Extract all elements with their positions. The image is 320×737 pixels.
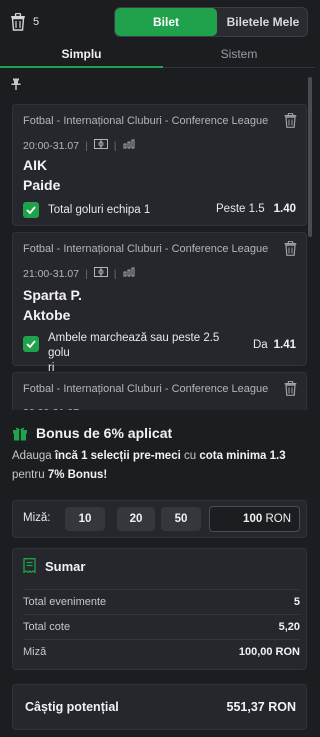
stake-currency: RON	[265, 513, 291, 525]
home-team: AIK	[23, 157, 48, 173]
selection-odd: 1.40	[273, 203, 296, 215]
bonus-title-text: Bonus de 6% aplicat	[36, 425, 173, 441]
summary-label: Miză	[23, 645, 47, 658]
summary-title-text: Sumar	[45, 558, 86, 574]
bonus-desc-bold: 7% Bonus!	[47, 469, 108, 481]
potential-winnings-value: 551,37 RON	[226, 700, 296, 714]
market-name: Total goluri echipa 1	[48, 204, 151, 216]
summary-value: 5,20	[278, 620, 300, 633]
market-name: Ambele marchează sau peste 2.5 golu ri	[48, 331, 243, 376]
potential-winnings-label: Câștig potențial	[25, 700, 119, 714]
event-meta: 21:00-31.07 | |	[23, 267, 137, 280]
tab-simplu[interactable]: Simplu	[0, 42, 163, 68]
betslip-segment-control: Bilet Biletele Mele	[114, 7, 308, 37]
summary-row-stake: Miză 100,00 RON	[23, 639, 300, 663]
bonus-desc-bold: încă 1 selecții pre-meci	[54, 450, 181, 462]
receipt-icon	[23, 558, 37, 574]
league-name: Fotbal - Internațional Cluburi - Confere…	[23, 243, 269, 255]
pin-icon[interactable]	[10, 77, 24, 91]
scrollbar[interactable]	[308, 77, 312, 237]
stats-icon	[123, 267, 137, 280]
quick-stake-20-button[interactable]: 20	[117, 507, 155, 531]
tab-sistem[interactable]: Sistem	[163, 42, 315, 68]
league-name: Fotbal - Internațional Cluburi - Confere…	[23, 115, 269, 127]
betslip-header: 5 Bilet Biletele Mele	[0, 0, 315, 42]
bonus-description: Adauga încă 1 selecții pre-meci cu cota …	[12, 447, 307, 485]
separator: |	[85, 139, 88, 152]
pitch-icon	[93, 139, 108, 152]
summary-row-total-events: Total evenimente 5	[23, 589, 300, 613]
separator: |	[85, 267, 88, 280]
bet-card: Fotbal - Internațional Cluburi - Confere…	[12, 232, 307, 374]
league-name: Fotbal - Internațional Cluburi - Confere…	[23, 383, 269, 395]
bonus-desc-bold: cota minima 1.3	[199, 450, 286, 462]
selection-odd: 1.41	[273, 339, 296, 351]
selection-count: 5	[33, 16, 40, 28]
bet-card: Fotbal - Internațional Cluburi - Confere…	[12, 104, 307, 226]
selection-pick: Da	[253, 339, 268, 351]
separator: |	[113, 139, 117, 152]
pitch-icon	[93, 267, 108, 280]
summary-value: 5	[293, 595, 300, 608]
summary-panel: Sumar Total evenimente 5 Total cote 5,20…	[12, 548, 307, 670]
event-datetime: 21:00-31.07	[23, 267, 80, 280]
event-meta: 20:00-31.07 | |	[23, 139, 137, 152]
summary-row-total-odds: Total cote 5,20	[23, 614, 300, 638]
gift-icon	[12, 425, 28, 441]
summary-title[interactable]: Sumar	[23, 558, 85, 574]
checkbox-checked-icon[interactable]	[23, 202, 39, 218]
clear-betslip-button[interactable]: 5	[7, 9, 47, 35]
event-datetime: 20:00-31.07	[23, 139, 80, 152]
home-team: Sparta P.	[23, 287, 82, 303]
stake-amount-value: 100	[243, 513, 263, 525]
quick-stake-50-button[interactable]: 50	[161, 507, 201, 531]
trash-icon	[7, 11, 29, 33]
checkbox-checked-icon[interactable]	[23, 336, 39, 352]
stake-row: Miză: 10 20 50 100 RON	[12, 500, 307, 538]
market-name-line1: Ambele marchează sau peste 2.5 golu	[48, 332, 220, 359]
remove-selection-trash-icon[interactable]	[284, 380, 298, 397]
summary-label: Total cote	[23, 620, 71, 633]
segment-bilet[interactable]: Bilet	[115, 8, 217, 36]
segment-biletele-mele[interactable]: Biletele Mele	[217, 8, 307, 36]
stake-amount-input[interactable]: 100 RON	[209, 506, 300, 532]
bonus-desc-text: pentru	[12, 469, 48, 481]
remove-selection-trash-icon[interactable]	[284, 112, 298, 129]
remove-selection-trash-icon[interactable]	[284, 240, 298, 257]
away-team: Aktobe	[23, 307, 71, 323]
quick-stake-10-button[interactable]: 10	[65, 507, 105, 531]
bet-type-tabs: Simplu Sistem	[0, 42, 315, 68]
summary-label: Total evenimente	[23, 595, 107, 608]
stats-icon	[123, 139, 137, 152]
stake-label: Miză:	[23, 512, 51, 524]
away-team: Paide	[23, 177, 61, 193]
bonus-desc-text: cu	[180, 450, 200, 462]
selection-pick: Peste 1.5	[216, 203, 265, 215]
potential-winnings: Câștig potențial 551,37 RON	[12, 684, 307, 730]
bonus-desc-text: Adauga	[12, 450, 55, 462]
betslip-footer: Bonus de 6% aplicat Adauga încă 1 selecț…	[0, 410, 315, 737]
separator: |	[113, 267, 117, 280]
bonus-title: Bonus de 6% aplicat	[12, 425, 172, 441]
summary-value: 100,00 RON	[238, 645, 300, 658]
